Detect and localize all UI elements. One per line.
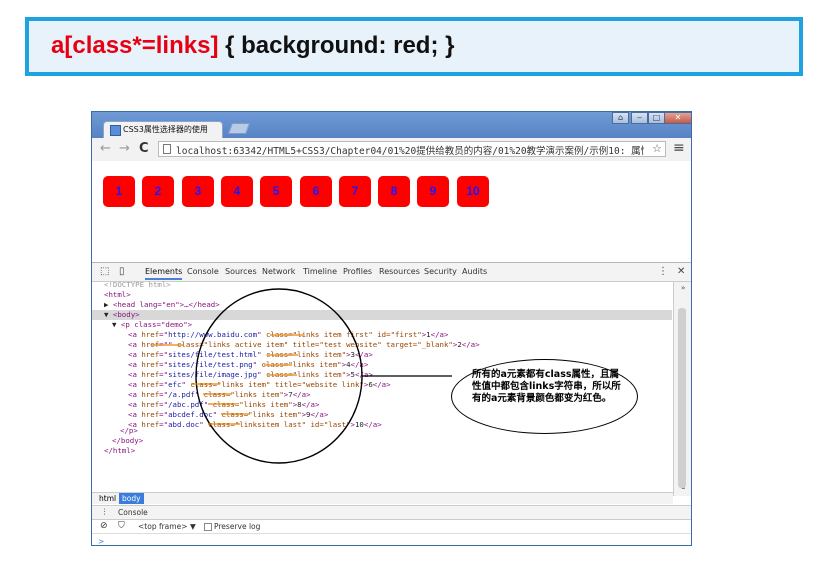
annotation-overlay (152, 288, 452, 464)
annotation-text: 所有的a元素都有class属性，且属性值中都包含links字符串，所以所有的a元… (472, 369, 621, 404)
annotation-callout: 所有的a元素都有class属性，且属性值中都包含links字符串，所以所有的a元… (451, 359, 638, 434)
class-underlines (152, 334, 303, 425)
highlight-ellipse (195, 288, 363, 464)
